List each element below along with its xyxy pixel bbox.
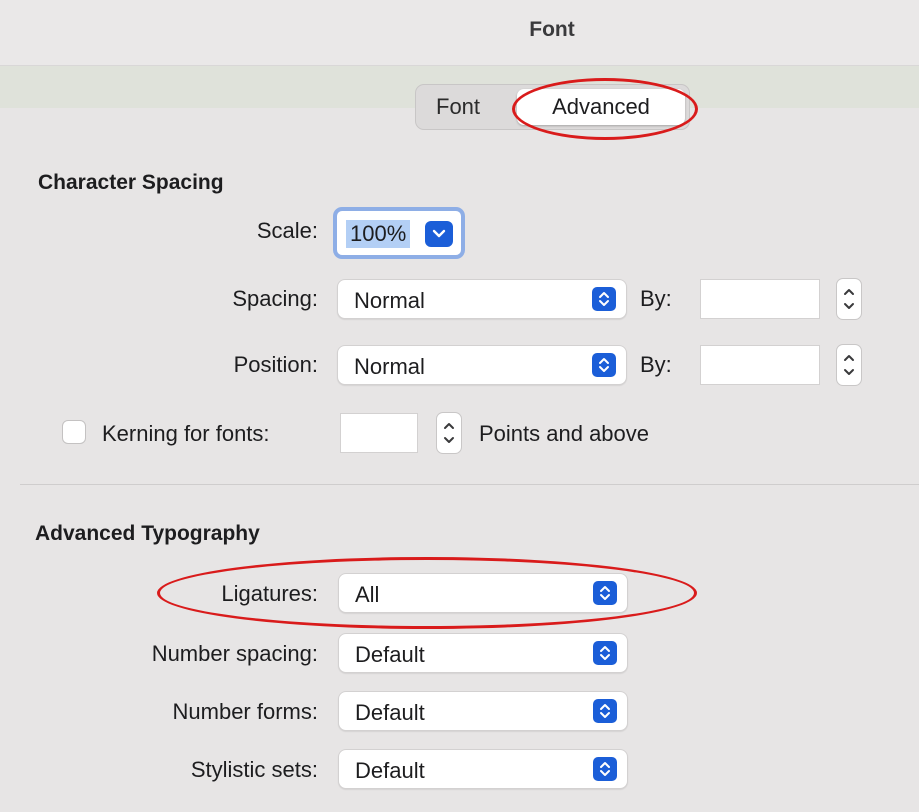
kerning-checkbox[interactable]: [62, 420, 86, 444]
position-by-label: By:: [640, 352, 672, 377]
kerning-stepper[interactable]: [436, 412, 462, 454]
tab-advanced[interactable]: Advanced: [517, 89, 685, 125]
kerning-suffix: Points and above: [479, 421, 650, 446]
spacing-by-label: By:: [640, 286, 672, 311]
title-bar: Font: [0, 0, 919, 66]
number-forms-popup[interactable]: Default: [338, 691, 628, 731]
kerning-input[interactable]: [340, 413, 418, 453]
stylistic-sets-value: Default: [355, 758, 425, 783]
ligatures-value: All: [355, 582, 380, 607]
spacing-label: Spacing:: [232, 286, 318, 311]
scale-label: Scale:: [256, 218, 318, 243]
number-forms-label: Number forms:: [172, 699, 318, 724]
up-down-arrows-icon: [593, 699, 617, 723]
number-spacing-popup[interactable]: Default: [338, 633, 628, 673]
chevron-down-icon[interactable]: [425, 221, 453, 247]
position-value: Normal: [354, 354, 425, 379]
up-down-arrows-icon: [593, 641, 617, 665]
tab-control: Font Advanced: [415, 84, 690, 130]
position-label: Position:: [233, 352, 318, 377]
up-down-arrows-icon: [593, 581, 617, 605]
spacing-by-stepper[interactable]: [836, 278, 862, 320]
number-spacing-value: Default: [355, 642, 425, 667]
stylistic-sets-popup[interactable]: Default: [338, 749, 628, 789]
spacing-value: Normal: [354, 288, 425, 313]
window-title: Font: [529, 18, 575, 41]
position-by-stepper[interactable]: [836, 344, 862, 386]
section-divider: [20, 484, 919, 485]
up-down-arrows-icon: [592, 287, 616, 311]
ligatures-popup[interactable]: All: [338, 573, 628, 613]
scale-value[interactable]: 100%: [346, 220, 411, 248]
stylistic-sets-label: Stylistic sets:: [190, 757, 318, 782]
character-spacing-heading: Character Spacing: [38, 171, 224, 194]
number-forms-value: Default: [355, 700, 425, 725]
position-popup[interactable]: Normal: [337, 345, 627, 385]
number-spacing-label: Number spacing:: [151, 641, 318, 666]
ligatures-label: Ligatures:: [221, 581, 318, 606]
spacing-popup[interactable]: Normal: [337, 279, 627, 319]
up-down-arrows-icon: [593, 757, 617, 781]
spacing-by-input[interactable]: [700, 279, 820, 319]
advanced-typography-heading: Advanced Typography: [35, 522, 260, 545]
tab-font[interactable]: Font: [436, 94, 480, 120]
kerning-label: Kerning for fonts:: [102, 421, 270, 446]
position-by-input[interactable]: [700, 345, 820, 385]
up-down-arrows-icon: [592, 353, 616, 377]
scale-combobox[interactable]: 100%: [333, 207, 465, 259]
